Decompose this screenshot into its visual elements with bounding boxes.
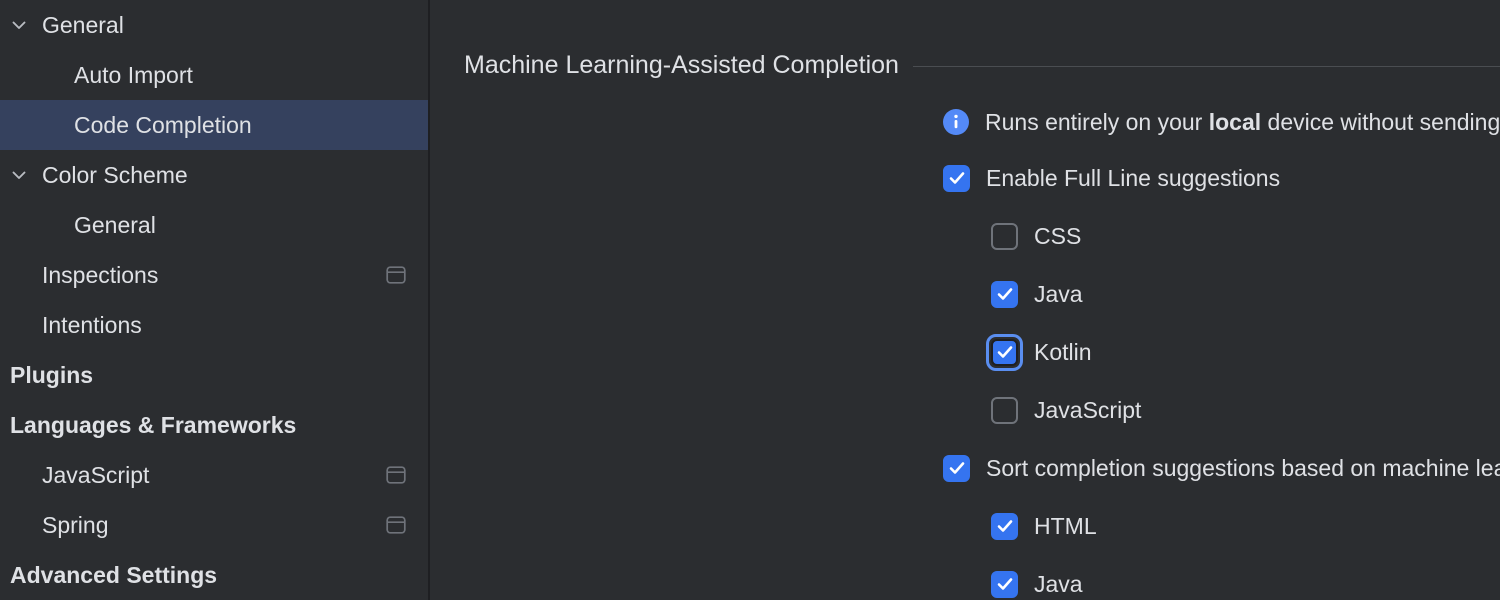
- sidebar-item-label: Languages & Frameworks: [10, 411, 297, 438]
- sidebar-item-auto-import[interactable]: Auto Import: [0, 50, 428, 100]
- settings-sidebar[interactable]: General Auto Import Code Completion Color S…: [0, 0, 430, 600]
- option-row[interactable]: Sort completion suggestions based on mac…: [943, 451, 1500, 485]
- sidebar-item-label: Inspections: [42, 261, 159, 288]
- sidebar-item-color-scheme[interactable]: Color Scheme: [0, 150, 428, 200]
- sidebar-item-javascript[interactable]: JavaScript: [0, 450, 428, 500]
- chevron-down-icon[interactable]: [8, 14, 30, 36]
- checkbox-html[interactable]: [991, 512, 1018, 540]
- sidebar-item-plugins[interactable]: Plugins: [0, 350, 428, 400]
- option-label: Enable Full Line suggestions: [986, 164, 1281, 191]
- option-row[interactable]: Java: [991, 277, 1083, 311]
- option-label: Java: [1034, 280, 1083, 307]
- option-label: Sort completion suggestions based on mac…: [986, 454, 1500, 481]
- settings-window: General Auto Import Code Completion Color S…: [0, 0, 1500, 600]
- option-row[interactable]: CSS: [991, 219, 1081, 253]
- sidebar-item-languages-frameworks[interactable]: Languages & Frameworks: [0, 400, 428, 450]
- sidebar-item-inspections[interactable]: Inspections: [0, 250, 428, 300]
- sidebar-item-general[interactable]: General: [0, 200, 428, 250]
- sidebar-item-label: Auto Import: [74, 61, 193, 88]
- checkbox-kotlin[interactable]: [986, 333, 1023, 371]
- option-label: Java: [1034, 570, 1083, 597]
- sidebar-item-intentions[interactable]: Intentions: [0, 300, 428, 350]
- sidebar-item-label: General: [74, 211, 156, 238]
- option-row[interactable]: Enable Full Line suggestions: [943, 161, 1280, 195]
- checkbox-javascript[interactable]: [991, 396, 1018, 424]
- sidebar-item-label: Spring: [42, 511, 109, 538]
- section-header: Machine Learning-Assisted Completion: [464, 48, 1500, 82]
- project-scope-icon: [386, 516, 406, 534]
- option-label: JavaScript: [1034, 396, 1142, 423]
- info-note-text: Runs entirely on your local device witho…: [985, 108, 1500, 135]
- checkbox-java[interactable]: [991, 570, 1018, 598]
- checkbox-java[interactable]: [991, 280, 1018, 308]
- settings-nav-list: General Auto Import Code Completion Color S…: [0, 0, 428, 600]
- sidebar-item-label: Plugins: [10, 361, 94, 388]
- sidebar-item-label: Advanced Settings: [10, 561, 218, 588]
- sidebar-item-general[interactable]: General: [0, 0, 428, 50]
- project-scope-icon: [386, 266, 406, 284]
- section-divider: [912, 66, 1500, 67]
- sidebar-item-spring[interactable]: Spring: [0, 500, 428, 550]
- chevron-down-icon[interactable]: [8, 164, 30, 186]
- settings-main-panel: Machine Learning-Assisted Completion Run…: [430, 0, 1500, 600]
- sidebar-item-label: Code Completion: [74, 111, 252, 138]
- option-label: HTML: [1034, 512, 1097, 539]
- sidebar-item-code-completion[interactable]: Code Completion: [0, 100, 428, 150]
- page-title: Machine Learning-Assisted Completion: [464, 50, 899, 79]
- option-row[interactable]: Kotlin: [986, 333, 1092, 371]
- option-row[interactable]: HTML: [991, 509, 1097, 543]
- option-row[interactable]: JavaScript: [991, 393, 1141, 427]
- checkbox-css[interactable]: [991, 222, 1018, 250]
- info-note-row: Runs entirely on your local device witho…: [943, 105, 1500, 139]
- option-label: CSS: [1034, 222, 1082, 249]
- sidebar-item-label: JavaScript: [42, 461, 150, 488]
- option-label: Kotlin: [1034, 338, 1092, 365]
- info-icon: [943, 109, 969, 135]
- option-row[interactable]: Java: [991, 567, 1083, 600]
- sidebar-item-advanced-settings[interactable]: Advanced Settings: [0, 550, 428, 600]
- checkbox-enable-full-line-suggestions[interactable]: [943, 164, 970, 192]
- sidebar-item-label: Intentions: [42, 311, 142, 338]
- project-scope-icon: [386, 466, 406, 484]
- checkbox-sort-completion-suggestions-based-on-machine-learning[interactable]: [943, 454, 970, 482]
